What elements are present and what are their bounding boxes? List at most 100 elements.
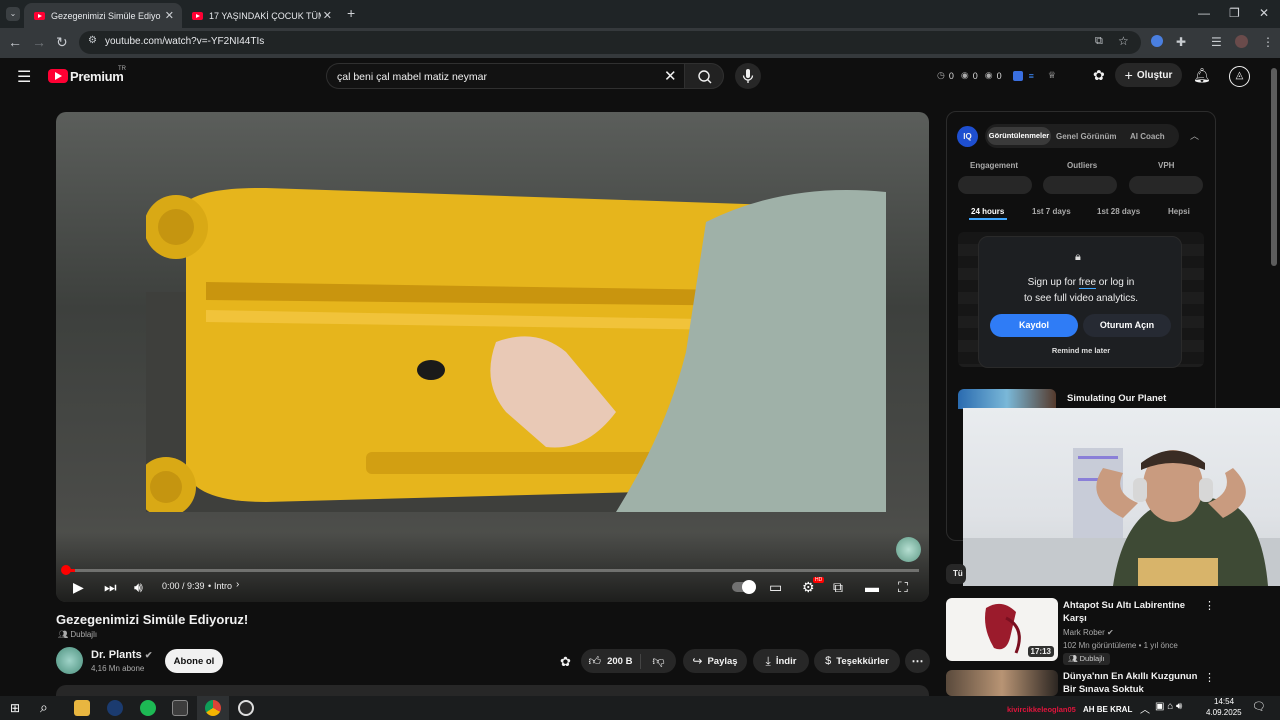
tab-overview[interactable]: Genel Görünüm	[1056, 132, 1116, 141]
search-box[interactable]: çal beni çal mabel matiz neymar ✕	[326, 63, 684, 89]
rec-title[interactable]: Simulating Our Planet	[1067, 393, 1166, 404]
rec-thumbnail[interactable]	[946, 670, 1058, 696]
clock-time[interactable]: 14:54	[1214, 697, 1234, 706]
search-button[interactable]	[684, 63, 724, 89]
account-avatar[interactable]: ◬	[1229, 66, 1250, 87]
theater-mode-icon[interactable]: ▬	[865, 579, 879, 595]
windows-taskbar: ⊞ ⌕ kivircikkeleoglan05 AH BE KRAL ︿ ▣ ⌂…	[0, 696, 1280, 720]
play-button[interactable]: ▶	[73, 579, 84, 596]
chapter-chevron-icon[interactable]: ›	[236, 579, 239, 590]
notification-center-icon[interactable]: 🗨︎	[1252, 700, 1266, 713]
next-button[interactable]: ⏭︎	[104, 579, 117, 596]
rec-title[interactable]: Dünya'nın En Akıllı Kuzgunun Bir Sınava …	[1063, 670, 1197, 696]
chrome-icon[interactable]	[205, 700, 221, 716]
back-icon[interactable]: ←	[8, 34, 22, 50]
chapter-label[interactable]: Intro	[214, 581, 232, 591]
youtube-masthead: ☰ Premium TR çal beni çal mabel matiz ne…	[0, 58, 1280, 98]
page-scrollbar[interactable]	[1271, 68, 1277, 266]
channel-watermark-icon[interactable]	[896, 537, 921, 562]
create-button[interactable]: + Oluştur	[1115, 63, 1182, 87]
login-button[interactable]: Oturum Açın	[1083, 314, 1171, 337]
progress-bar[interactable]	[66, 569, 919, 572]
remind-later-link[interactable]: Remind me later	[979, 346, 1183, 355]
more-actions-button[interactable]: ⋯	[905, 649, 930, 673]
tab-ai-coach[interactable]: AI Coach	[1130, 132, 1165, 141]
rec-channel[interactable]: Mark Rober ✔	[1063, 628, 1114, 637]
range-all[interactable]: Hepsi	[1168, 207, 1190, 216]
site-info-icon[interactable]: ⚙	[88, 35, 97, 46]
forward-icon[interactable]: →	[32, 34, 46, 50]
search-input[interactable]: çal beni çal mabel matiz neymar	[337, 71, 487, 83]
steam-icon[interactable]	[107, 700, 123, 716]
range-28-days[interactable]: 1st 28 days	[1097, 207, 1140, 216]
clear-search-icon[interactable]: ✕	[664, 67, 677, 85]
tray-icons[interactable]: ▣ ⌂ 🔊︎	[1155, 701, 1182, 712]
rec-title[interactable]: Ahtapot Su Altı Labirentine Karşı	[1063, 599, 1185, 625]
progress-scrubber-handle[interactable]	[61, 565, 71, 575]
iq-extension-icon[interactable]	[1012, 70, 1023, 81]
restore-icon[interactable]: ❐	[1229, 6, 1240, 20]
extension-shield-icon[interactable]	[1151, 35, 1163, 47]
voice-search-button[interactable]	[735, 63, 761, 89]
rec-more-icon[interactable]: ⋮	[1204, 599, 1215, 612]
bookmark-star-icon[interactable]: ☆	[1118, 34, 1129, 48]
logo-premium-text[interactable]: Premium	[70, 69, 124, 84]
filter-chip-partial[interactable]: Tü	[946, 564, 966, 584]
subtitles-icon[interactable]: ▭	[769, 579, 782, 596]
reload-icon[interactable]: ↻	[56, 34, 68, 51]
signup-button[interactable]: Kaydol	[990, 314, 1078, 337]
tab-search-icon[interactable]: ⌄	[6, 7, 20, 21]
install-app-icon[interactable]: ⧉	[1095, 35, 1103, 48]
youtube-logo-icon[interactable]	[48, 69, 68, 83]
tab-close-icon[interactable]: ✕	[323, 9, 332, 22]
reading-list-icon[interactable]: ☰	[1211, 35, 1222, 49]
minimize-icon[interactable]: —	[1198, 6, 1210, 20]
extension-video-icon[interactable]: ✿	[560, 654, 571, 670]
browser-tab-active[interactable]: Gezegenimizi Simüle Ediyoruz! ✕	[24, 3, 182, 28]
channel-name[interactable]: Dr. Plants ✔	[91, 649, 152, 661]
range-active-underline	[969, 218, 1007, 220]
dislike-button[interactable]: 👎︎	[641, 654, 676, 669]
list-icon[interactable]: ≡	[1029, 71, 1034, 81]
description-box-edge[interactable]	[56, 685, 929, 696]
browser-menu-icon[interactable]: ⋮	[1262, 35, 1274, 49]
taskbar-search-icon[interactable]: ⌕	[40, 699, 48, 716]
thanks-button[interactable]: $ Teşekkürler	[814, 649, 900, 673]
share-button[interactable]: ↪ Paylaş	[683, 649, 747, 673]
recommended-thumb-1[interactable]	[958, 389, 1056, 409]
free-link[interactable]: free	[1078, 277, 1097, 289]
close-window-icon[interactable]: ✕	[1259, 6, 1269, 20]
spotify-icon[interactable]	[140, 700, 156, 716]
tab-close-icon[interactable]: ✕	[165, 9, 174, 22]
collapse-chevron-icon[interactable]: ︿	[1190, 129, 1199, 142]
youtube-favicon-icon	[34, 11, 45, 20]
video-player[interactable]: ▶ ⏭︎ 🔊︎ 0:00 / 9:39 • Intro › ▭ ⚙ HD ⧉ ▬…	[56, 112, 929, 602]
creator-extension-icon[interactable]: ✿	[1093, 67, 1105, 84]
rec-more-icon[interactable]: ⋮	[1204, 671, 1215, 684]
notifications-bell-icon[interactable]: 🔔︎	[1193, 67, 1211, 84]
like-button[interactable]: 👍︎ 200 B	[581, 653, 641, 669]
address-bar[interactable]: ⚙ youtube.com/watch?v=-YF2NI44TIs ⧉ ☆	[79, 31, 1141, 54]
fullscreen-icon[interactable]: ⛶	[898, 579, 908, 596]
rec-thumbnail[interactable]: 17:13	[946, 598, 1058, 661]
browser-tab[interactable]: 17 YAŞINDAKİ ÇOCUK TÜM MU ✕	[182, 3, 340, 28]
recording-app-icon[interactable]	[238, 700, 254, 716]
extensions-puzzle-icon[interactable]: ✚	[1176, 35, 1186, 49]
windows-start-icon[interactable]: ⊞	[10, 701, 20, 715]
channel-avatar[interactable]	[56, 647, 83, 674]
volume-icon[interactable]: 🔊︎	[134, 579, 143, 596]
file-explorer-icon[interactable]	[74, 700, 90, 716]
profile-avatar[interactable]	[1235, 35, 1248, 48]
store-icon[interactable]	[172, 700, 188, 716]
new-tab-button[interactable]: +	[347, 5, 355, 21]
download-button[interactable]: ⤓ İndir	[753, 649, 809, 673]
range-7-days[interactable]: 1st 7 days	[1032, 207, 1071, 216]
clock-date[interactable]: 4.09.2025	[1206, 708, 1242, 717]
tab-views[interactable]: Görüntülenmeler	[987, 127, 1051, 145]
miniplayer-icon[interactable]: ⧉	[833, 579, 843, 596]
tray-chevron-icon[interactable]: ︿	[1140, 701, 1150, 716]
range-24-hours[interactable]: 24 hours	[971, 207, 1004, 216]
hamburger-menu-icon[interactable]: ☰	[17, 67, 31, 87]
subscribe-button[interactable]: Abone ol	[165, 649, 223, 673]
trophy-icon[interactable]: ♕	[1048, 70, 1056, 81]
